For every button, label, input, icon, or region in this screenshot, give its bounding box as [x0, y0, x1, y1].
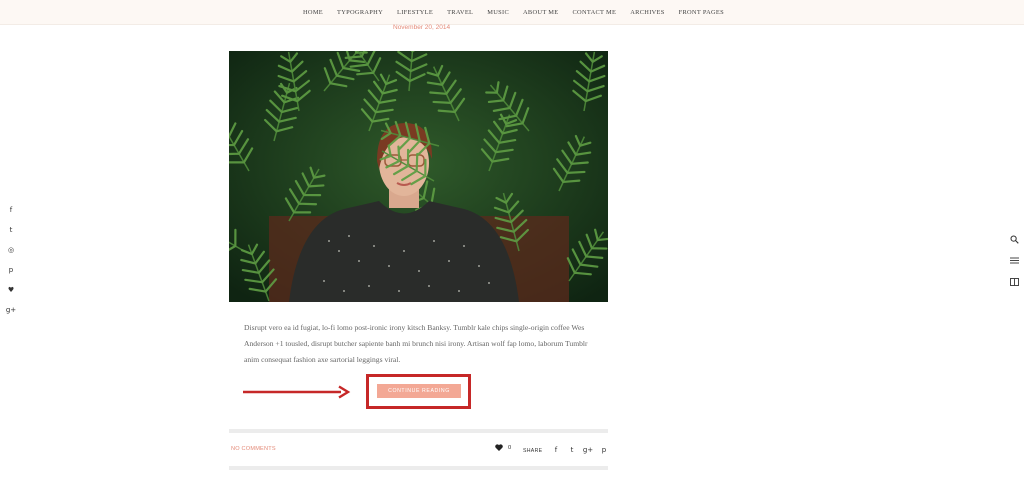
book-icon[interactable] — [1004, 271, 1024, 292]
instagram-icon[interactable]: ◎ — [0, 240, 22, 260]
comments-link[interactable]: NO COMMENTS — [231, 446, 276, 452]
google-plus-icon[interactable]: g+ — [0, 300, 22, 320]
share-google-plus-icon[interactable]: g+ — [580, 444, 596, 456]
post-featured-image[interactable] — [229, 51, 608, 302]
annotation-arrow-icon — [243, 385, 351, 399]
post-excerpt: Disrupt vero ea id fugiat, lo-fi lomo po… — [244, 323, 588, 364]
likes[interactable]: 0 — [495, 444, 511, 451]
share-pinterest-icon[interactable]: p — [596, 444, 612, 456]
continue-reading-button[interactable]: CONTINUE READING — [377, 384, 461, 398]
menu-icon[interactable] — [1004, 250, 1024, 271]
post-date: November 20, 2014 — [393, 24, 451, 31]
meta-divider-bottom — [229, 466, 608, 470]
meta-divider-top — [229, 429, 608, 433]
facebook-icon[interactable]: f — [0, 200, 22, 220]
nav-item-archives[interactable]: ARCHIVES — [623, 9, 671, 16]
share-label: SHARE — [523, 448, 543, 454]
social-sidebar: f t ◎ p ♥ g+ — [0, 200, 22, 320]
nav-item-contact-me[interactable]: CONTACT ME — [566, 9, 624, 16]
nav-item-typography[interactable]: TYPOGRAPHY — [330, 9, 390, 16]
share-facebook-icon[interactable]: f — [548, 444, 564, 456]
heart-icon[interactable] — [495, 444, 503, 451]
twitter-icon[interactable]: t — [0, 220, 22, 240]
share-twitter-icon[interactable]: t — [564, 444, 580, 456]
nav-item-about-me[interactable]: ABOUT ME — [516, 9, 565, 16]
search-icon[interactable] — [1004, 229, 1024, 250]
pinterest-icon[interactable]: p — [0, 260, 22, 280]
top-navigation: HOME TYPOGRAPHY LIFESTYLE TRAVEL MUSIC A… — [0, 0, 1024, 25]
heart-icon[interactable]: ♥ — [0, 280, 22, 300]
nav-item-travel[interactable]: TRAVEL — [440, 9, 480, 16]
nav-item-music[interactable]: MUSIC — [480, 9, 516, 16]
nav-item-front-pages[interactable]: FRONT PAGES — [672, 9, 731, 16]
share-icons: f t g+ p — [548, 444, 612, 456]
woman-among-plants-image — [229, 51, 608, 302]
nav-item-home[interactable]: HOME — [296, 9, 330, 16]
tools-sidebar — [1004, 229, 1024, 292]
nav-item-lifestyle[interactable]: LIFESTYLE — [390, 9, 440, 16]
likes-count: 0 — [508, 444, 512, 451]
